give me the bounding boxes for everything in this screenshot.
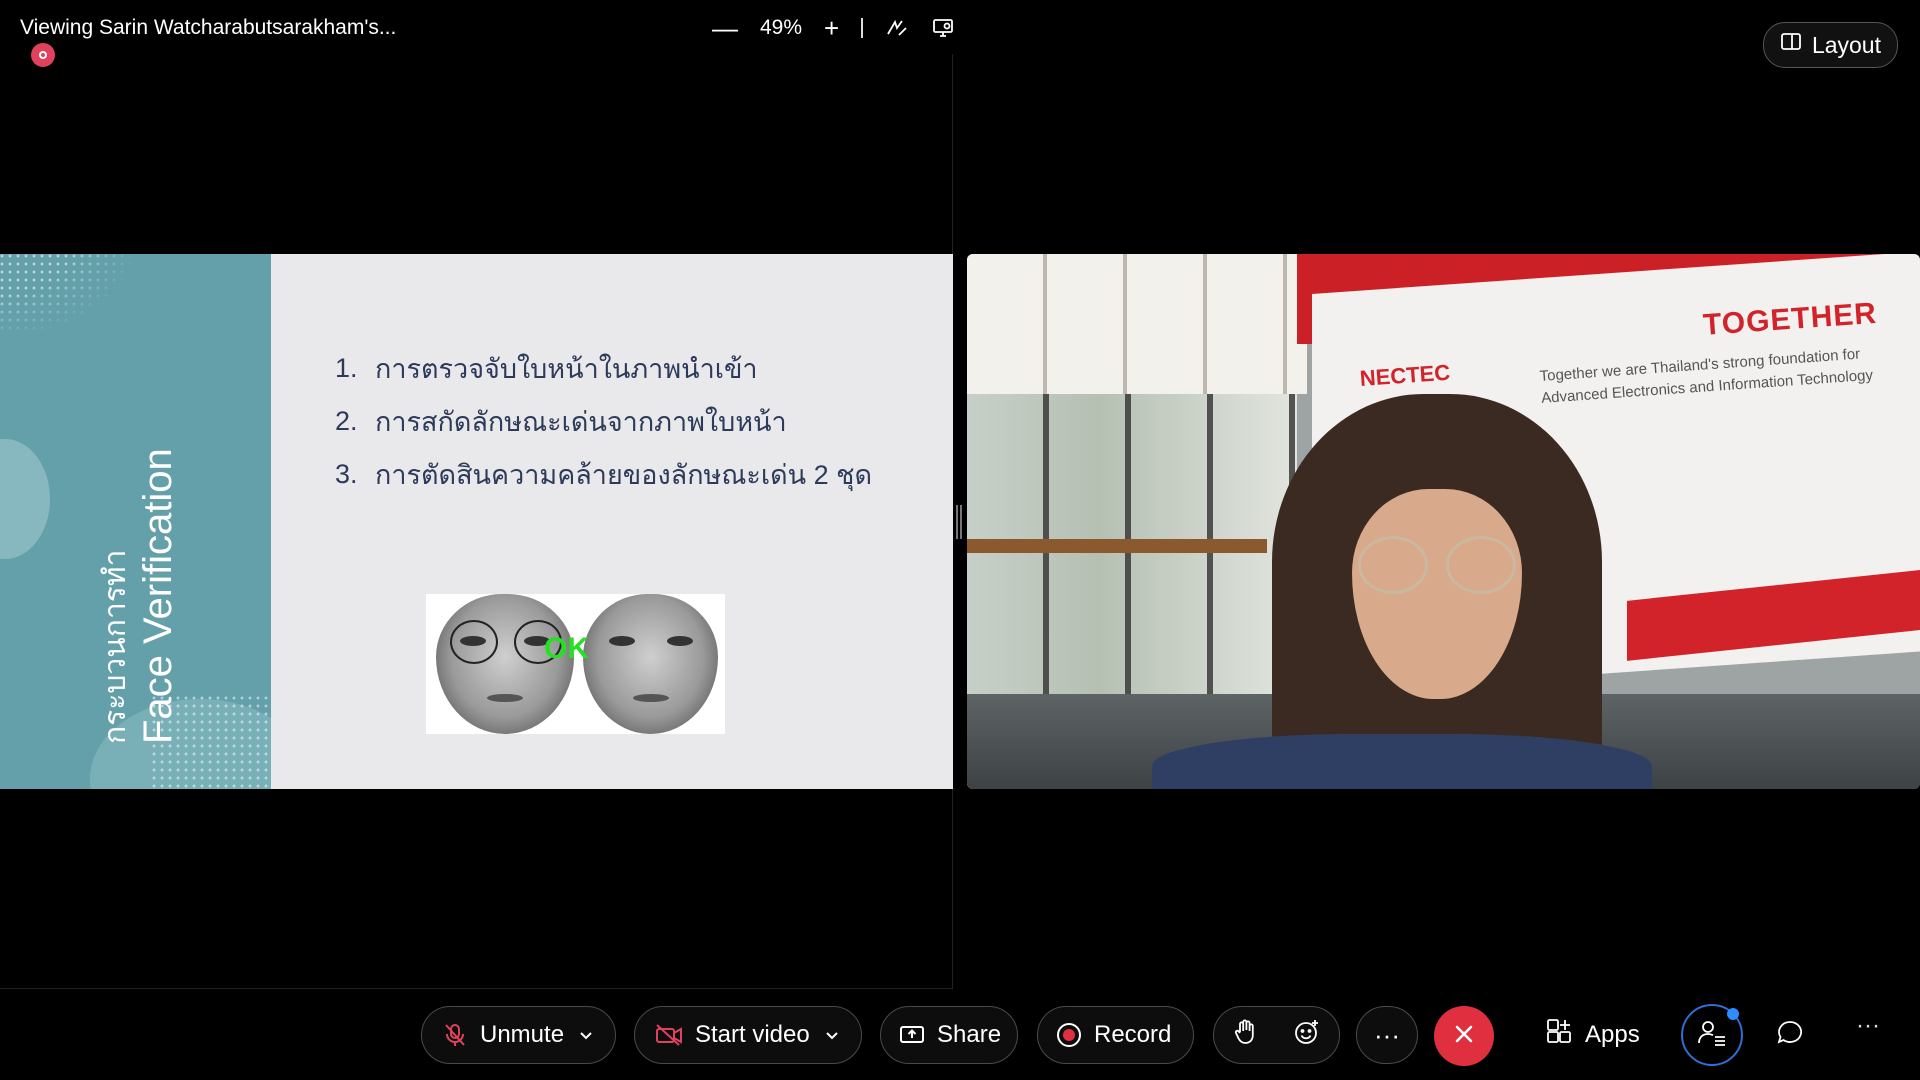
more-options-button[interactable]: ··· [1356,1006,1418,1064]
video-off-icon [655,1023,683,1047]
participants-icon [1697,1019,1727,1052]
participant-person [1272,394,1602,789]
unmute-label: Unmute [480,1021,565,1048]
overflow-menu-button[interactable]: ··· [1856,1012,1880,1040]
list-item: 1. การตรวจจับใบหน้าในภาพนำเข้า [335,342,872,395]
screen-control-icon[interactable] [931,16,955,40]
list-item-text: การตรวจจับใบหน้าในภาพนำเข้า [375,354,758,384]
person-glasses [1358,536,1518,596]
meeting-toolbar: Unmute Start video Share Record ··· Apps… [0,1000,1920,1072]
zoom-percentage: 49% [760,16,803,39]
end-call-button[interactable] [1434,1006,1494,1066]
start-video-button[interactable]: Start video [634,1006,862,1064]
layout-icon [1780,31,1802,59]
slide-side-title: กระบวนการทำ Face Verification [98,448,182,744]
raise-hand-icon[interactable] [1232,1018,1258,1053]
slide-steps-list: 1. การตรวจจับใบหน้าในภาพนำเข้า 2. การสกั… [335,342,872,501]
annotate-icon[interactable] [885,16,909,40]
zoom-divider [861,18,864,38]
apps-icon [1545,1018,1573,1053]
participants-button[interactable] [1681,1004,1743,1066]
share-viewing-title: Viewing Sarin Watcharabutsarakham's... [20,16,397,39]
zoom-in-button[interactable]: + [824,15,839,41]
reactions-group [1213,1006,1340,1064]
slide-side-panel: กระบวนการทำ Face Verification [0,254,271,789]
match-ok-label: OK [544,632,589,665]
notification-badge [1727,1008,1739,1020]
end-call-icon [1451,1021,1477,1052]
chat-button[interactable] [1775,1018,1805,1053]
decorative-dots [0,254,130,334]
apps-button[interactable]: Apps [1545,1006,1640,1064]
share-screen-icon [899,1023,925,1047]
presentation-slide: กระบวนการทำ Face Verification 1. การตรวจ… [0,254,953,789]
chevron-down-icon[interactable] [824,1027,840,1043]
mic-off-icon [442,1022,468,1048]
slide-side-english: Face Verification [136,448,180,744]
share-label: Share [937,1021,1002,1048]
record-icon [1056,1022,1082,1048]
background-shelf [967,539,1267,553]
background-blinds [967,254,1307,394]
chat-icon [1775,1021,1805,1052]
record-label: Record [1094,1021,1172,1048]
list-item: 2. การสกัดลักษณะเด่นจากภาพใบหน้า [335,395,872,448]
resize-handle[interactable] [956,505,962,539]
apps-label: Apps [1585,1021,1640,1048]
decorative-blob [0,439,50,559]
share-zoom-controls: — 49% + [712,12,955,44]
unmute-button[interactable]: Unmute [421,1006,616,1064]
reaction-icon[interactable] [1293,1018,1321,1053]
zoom-out-button[interactable]: — [712,15,738,41]
list-item-text: การสกัดลักษณะเด่นจากภาพใบหน้า [375,407,787,437]
list-item: 3. การตัดสินความคล้ายของลักษณะเด่น 2 ชุด [335,448,872,501]
start-video-label: Start video [695,1021,810,1048]
slide-side-thai: กระบวนการทำ [99,549,132,744]
record-button[interactable]: Record [1037,1006,1194,1064]
list-item-number: 2. [335,406,358,436]
layout-label: Layout [1811,31,1881,58]
person-shirt [1152,734,1652,789]
layout-button[interactable]: Layout [1762,22,1898,68]
face-comparison-image: OK [426,594,725,734]
list-item-number: 3. [335,459,358,489]
participant-video-tile: NECTEC TOGETHER Together we are Thailand… [967,254,1920,789]
list-item-text: การตัดสินความคล้ายของลักษณะเด่น 2 ชุด [375,460,872,490]
share-button[interactable]: Share [880,1006,1018,1064]
face-image-right [583,594,718,734]
list-item-number: 1. [335,353,358,383]
chevron-down-icon[interactable] [578,1027,594,1043]
